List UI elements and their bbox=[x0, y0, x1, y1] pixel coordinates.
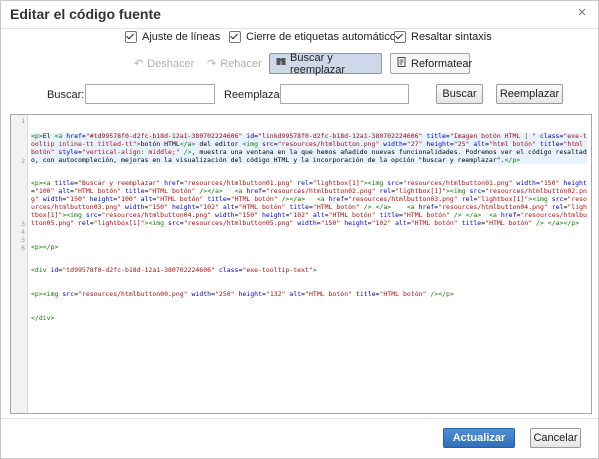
find-input[interactable] bbox=[85, 84, 215, 104]
option-label: Ajuste de líneas bbox=[142, 31, 221, 43]
line-number: 2 bbox=[21, 157, 25, 165]
reformat-icon bbox=[397, 57, 407, 70]
find-replace-button[interactable]: Buscar y reemplazar bbox=[269, 51, 382, 76]
line-number: 4 bbox=[21, 228, 25, 236]
close-icon[interactable]: × bbox=[574, 5, 590, 21]
option-word-wrap[interactable]: Ajuste de líneas bbox=[125, 31, 220, 43]
code-line: <p><a title="Buscar y reemplazar" href="… bbox=[31, 179, 587, 227]
code-line: <p>El <a href="#td99578f0-d2fc-b18d-12a1… bbox=[31, 131, 587, 165]
syntax-highlight-checkbox[interactable] bbox=[394, 31, 406, 43]
replace-label: Reemplazar: bbox=[224, 89, 287, 101]
code-editor[interactable]: 1 2 3 4 5 6 <p>El <a href="#td99578f0-d2… bbox=[10, 114, 592, 414]
line-number-gutter: 1 2 3 4 5 6 bbox=[11, 115, 28, 413]
option-syntax-highlight[interactable]: Resaltar sintaxis bbox=[394, 31, 492, 43]
word-wrap-checkbox[interactable] bbox=[125, 31, 137, 43]
auto-close-tags-checkbox[interactable] bbox=[229, 31, 241, 43]
option-label: Cierre de etiquetas automático bbox=[246, 31, 396, 43]
code-line: <div id="td99578f0-d2fc-b18d-12a1-380702… bbox=[31, 266, 317, 275]
undo-button[interactable]: ↶ Deshacer bbox=[127, 53, 195, 74]
find-replace-icon bbox=[276, 57, 286, 70]
redo-label: Rehacer bbox=[220, 57, 262, 70]
find-button[interactable]: Buscar bbox=[436, 84, 483, 104]
source-code-dialog: Editar el código fuente × Ajuste de líne… bbox=[0, 0, 599, 459]
code-line: <p><img src="resources/htmlbutton00.png"… bbox=[31, 289, 454, 298]
options-row: Ajuste de líneas Cierre de etiquetas aut… bbox=[1, 31, 598, 47]
dialog-titlebar: Editar el código fuente × bbox=[1, 1, 598, 29]
dialog-title: Editar el código fuente bbox=[10, 6, 161, 22]
line-number: 1 bbox=[21, 117, 25, 125]
code-line: <p></p> bbox=[31, 242, 59, 251]
code-line: </div> bbox=[31, 313, 55, 322]
reformat-button[interactable]: Reformatear bbox=[390, 53, 473, 74]
undo-icon: ↶ bbox=[134, 58, 144, 70]
line-number: 3 bbox=[21, 220, 25, 228]
code-content[interactable]: <p>El <a href="#td99578f0-d2fc-b18d-12a1… bbox=[31, 117, 587, 338]
update-button[interactable]: Actualizar bbox=[443, 428, 515, 448]
reformat-label: Reformatear bbox=[411, 57, 473, 70]
find-label: Buscar: bbox=[47, 89, 85, 101]
line-number: 5 bbox=[21, 236, 25, 244]
cancel-button[interactable]: Cancelar bbox=[530, 428, 581, 448]
option-auto-close-tags[interactable]: Cierre de etiquetas automático bbox=[229, 31, 396, 43]
undo-label: Deshacer bbox=[147, 57, 195, 70]
option-label: Resaltar sintaxis bbox=[411, 31, 492, 43]
replace-input[interactable] bbox=[280, 84, 409, 104]
line-number: 6 bbox=[21, 244, 25, 252]
find-replace-label: Buscar y reemplazar bbox=[290, 51, 346, 76]
redo-icon: ↷ bbox=[207, 58, 217, 70]
redo-button[interactable]: ↷ Rehacer bbox=[200, 53, 262, 74]
footer-divider bbox=[1, 418, 598, 419]
replace-button[interactable]: Reemplazar bbox=[496, 84, 563, 104]
